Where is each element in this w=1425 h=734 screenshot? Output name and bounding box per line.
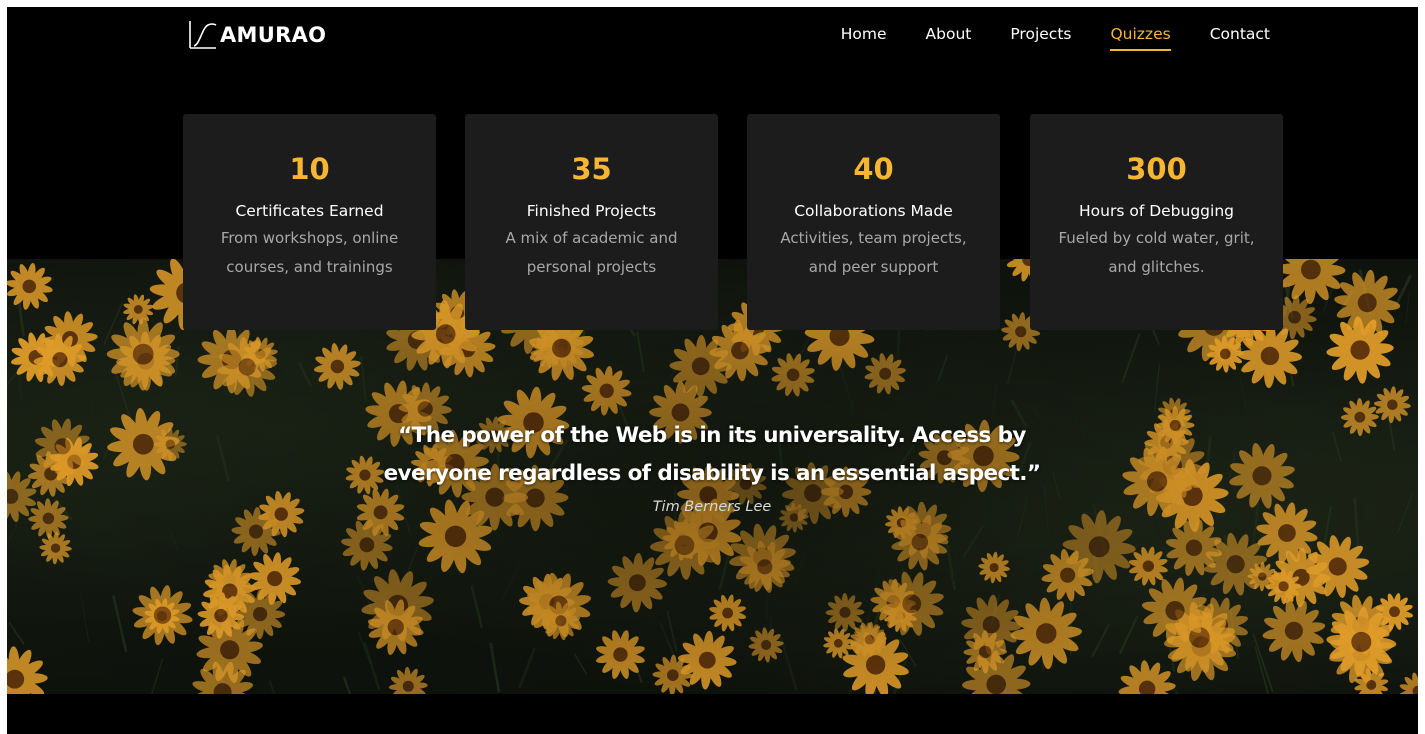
- stat-number: 40: [853, 152, 894, 186]
- quote-block: “The power of the Web is in its universa…: [362, 417, 1062, 518]
- stat-title: Finished Projects: [526, 202, 657, 220]
- stat-description: From workshops, online courses, and trai…: [220, 229, 399, 276]
- page: AMURAO Home About Projects Quizzes Conta…: [7, 7, 1418, 734]
- stat-description: Fueled by cold water, grit, and glitches…: [1058, 229, 1255, 276]
- site-header: AMURAO Home About Projects Quizzes Conta…: [7, 7, 1418, 67]
- stat-card-certificates: 10 Certificates Earned From workshops, o…: [183, 114, 436, 330]
- stat-card-collaborations: 40 Collaborations Made Activities, team …: [747, 114, 1000, 330]
- stat-description: Activities, team projects, and peer supp…: [780, 229, 967, 276]
- stat-number: 10: [289, 152, 330, 186]
- stat-description: A mix of academic and personal projects: [505, 229, 678, 276]
- main-nav: Home About Projects Quizzes Contact: [802, 23, 1270, 51]
- nav-projects[interactable]: Projects: [1010, 23, 1071, 51]
- logo-link[interactable]: AMURAO: [188, 19, 326, 51]
- stat-number: 300: [1126, 152, 1187, 186]
- signature-curve-icon: [189, 21, 217, 49]
- nav-contact[interactable]: Contact: [1210, 23, 1270, 51]
- stat-card-projects: 35 Finished Projects A mix of academic a…: [465, 114, 718, 330]
- quote-text: “The power of the Web is in its universa…: [383, 423, 1041, 486]
- brand-name: AMURAO: [220, 23, 327, 47]
- stat-card-debugging: 300 Hours of Debugging Fueled by cold wa…: [1030, 114, 1283, 330]
- stat-number: 35: [571, 152, 612, 186]
- stat-title: Collaborations Made: [794, 202, 953, 220]
- stat-title: Hours of Debugging: [1079, 202, 1234, 220]
- quote-author: Tim Berners Lee: [652, 499, 772, 515]
- nav-about[interactable]: About: [926, 23, 972, 51]
- nav-home[interactable]: Home: [841, 23, 887, 51]
- stats-section: 10 Certificates Earned From workshops, o…: [183, 114, 1283, 330]
- stat-title: Certificates Earned: [235, 202, 384, 220]
- nav-quizzes[interactable]: Quizzes: [1110, 23, 1171, 51]
